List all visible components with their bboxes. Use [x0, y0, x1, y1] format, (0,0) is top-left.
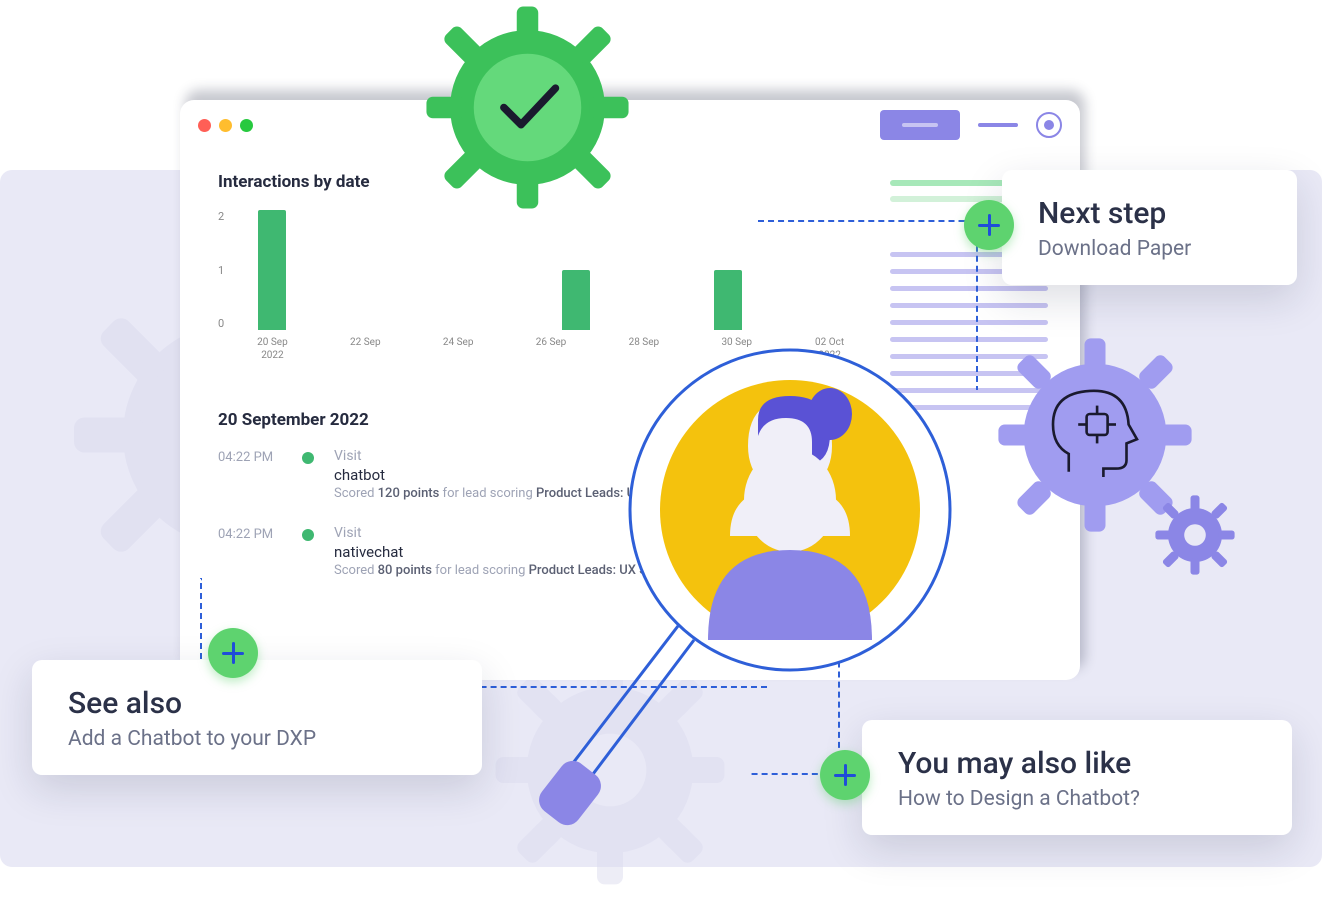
skeleton-line [890, 180, 1006, 186]
card-subtitle: Download Paper [1038, 237, 1261, 261]
chart-bar [714, 270, 742, 330]
activity-time: 04:22 PM [218, 525, 282, 542]
x-tick: 22 Sep [343, 336, 388, 362]
chart-y-axis: 2 1 0 [218, 210, 224, 330]
header-link[interactable] [978, 123, 1018, 127]
you-may-also-like-card[interactable]: You may also like How to Design a Chatbo… [862, 720, 1292, 835]
y-tick: 0 [218, 317, 224, 330]
y-tick: 2 [218, 210, 224, 223]
see-also-card[interactable]: See also Add a Chatbot to your DXP [32, 660, 482, 775]
chart-bar [562, 270, 590, 330]
gear-check-icon [420, 0, 635, 215]
maximize-icon[interactable] [240, 119, 253, 132]
card-subtitle: How to Design a Chatbot? [898, 787, 1256, 811]
plus-icon[interactable] [820, 750, 870, 800]
card-title: Next step [1038, 196, 1261, 231]
timeline-dot-icon [302, 529, 314, 541]
x-tick: 20 Sep 2022 [250, 336, 295, 362]
next-step-card[interactable]: Next step Download Paper [1002, 170, 1297, 285]
y-tick: 1 [218, 264, 224, 277]
plus-icon[interactable] [208, 628, 258, 678]
plus-icon[interactable] [964, 200, 1014, 250]
chart-bar [258, 210, 286, 330]
activity-time: 04:22 PM [218, 448, 282, 465]
card-title: See also [68, 686, 446, 721]
x-tick: 24 Sep [436, 336, 481, 362]
primary-action-button[interactable] [880, 110, 960, 140]
card-title: You may also like [898, 746, 1256, 781]
close-icon[interactable] [198, 119, 211, 132]
gear-icon [1150, 490, 1240, 580]
window-controls [198, 119, 253, 132]
minimize-icon[interactable] [219, 119, 232, 132]
card-subtitle: Add a Chatbot to your DXP [68, 727, 446, 751]
header-actions [880, 110, 1062, 140]
timeline-dot-icon [302, 452, 314, 464]
avatar-icon[interactable] [1036, 112, 1062, 138]
